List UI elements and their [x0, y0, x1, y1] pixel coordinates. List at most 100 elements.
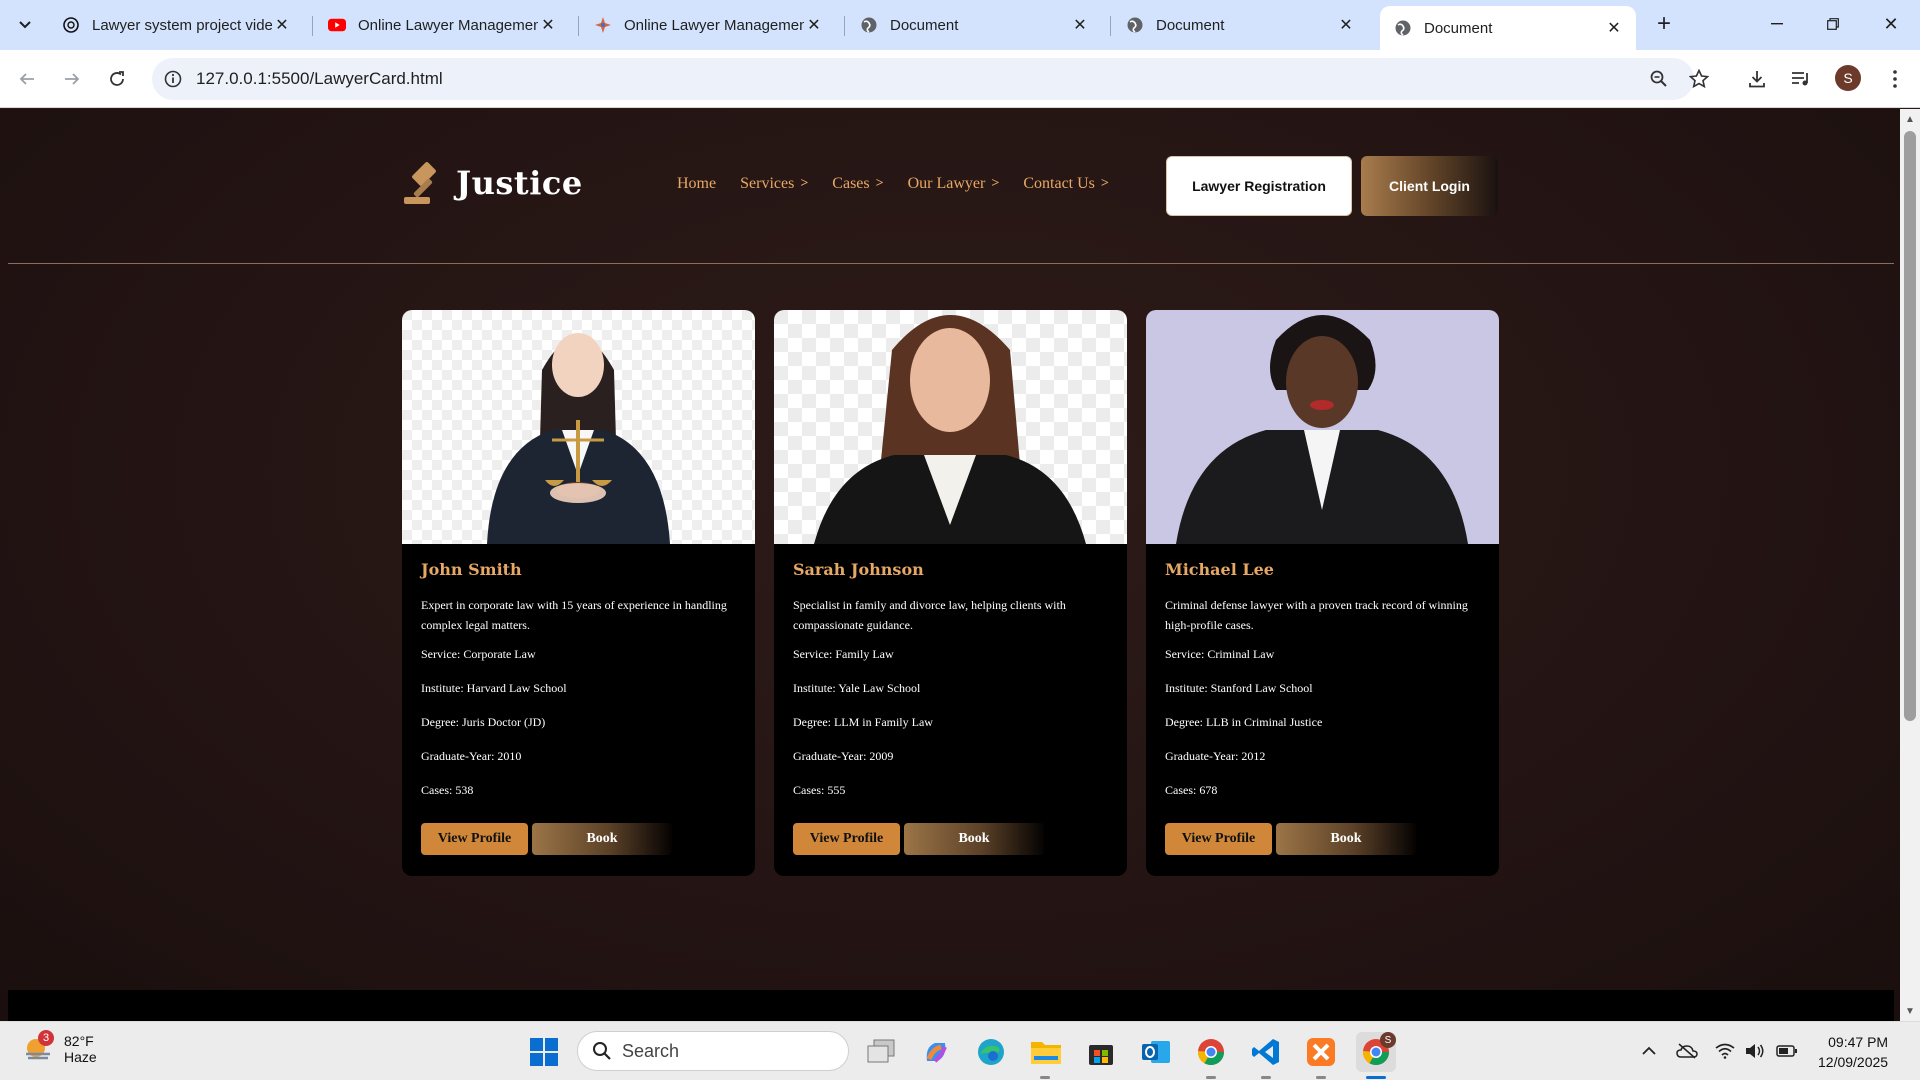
tab-3[interactable]: Online Lawyer Managemen ✕ — [580, 6, 836, 44]
book-button[interactable]: Book — [904, 823, 1044, 855]
scroll-thumb[interactable] — [1904, 131, 1916, 721]
active-app-indicator — [1366, 1076, 1386, 1079]
task-view-icon[interactable] — [861, 1032, 901, 1072]
chrome-profile-icon[interactable]: S — [1356, 1032, 1396, 1072]
card-body: Michael Lee Criminal defense lawyer with… — [1165, 560, 1483, 817]
tab-4[interactable]: Document ✕ — [846, 6, 1102, 44]
tab-separator — [844, 16, 845, 36]
lawyer-graduate-year: Graduate-Year: 2009 — [793, 749, 894, 763]
windows-start-icon[interactable] — [524, 1032, 564, 1072]
lawyer-cases: Cases: 538 — [421, 783, 474, 797]
onedrive-off-icon[interactable] — [1676, 1040, 1698, 1062]
scroll-up-arrow-icon[interactable]: ▲ — [1904, 113, 1916, 125]
media-control-icon[interactable] — [1786, 64, 1816, 94]
running-indicator — [1206, 1076, 1216, 1079]
lawyer-description: Criminal defense lawyer with a proven tr… — [1165, 598, 1468, 632]
restore-button[interactable] — [1810, 8, 1856, 40]
site-logo[interactable]: Justice — [402, 161, 583, 205]
search-placeholder: Search — [622, 1040, 680, 1061]
lawyer-card: John Smith Expert in corporate law with … — [402, 310, 755, 876]
lawyer-degree: Degree: Juris Doctor (JD) — [421, 715, 546, 729]
scroll-down-arrow-icon[interactable]: ▼ — [1904, 1005, 1916, 1017]
notification-badge: 3 — [38, 1030, 54, 1046]
minimize-button[interactable] — [1754, 8, 1800, 40]
close-icon[interactable]: ✕ — [1336, 15, 1356, 35]
view-profile-button[interactable]: View Profile — [421, 823, 528, 855]
download-icon[interactable] — [1742, 64, 1772, 94]
chrome-icon[interactable] — [1191, 1032, 1231, 1072]
nav-cases[interactable]: Cases > — [832, 175, 883, 193]
close-icon[interactable]: ✕ — [538, 15, 558, 35]
tab-search-button[interactable] — [10, 12, 40, 38]
main-nav: Home Services > Cases > Our Lawyer > Con… — [677, 175, 1133, 193]
chevron-right-icon: > — [800, 176, 809, 191]
profile-avatar[interactable]: S — [1835, 65, 1861, 91]
lawyer-institute: Institute: Harvard Law School — [421, 681, 567, 695]
nav-contact-us[interactable]: Contact Us > — [1023, 175, 1109, 193]
site-info-icon[interactable] — [160, 66, 186, 92]
nav-services[interactable]: Services > — [740, 175, 808, 193]
lawyer-card: Michael Lee Criminal defense lawyer with… — [1146, 310, 1499, 876]
view-profile-button[interactable]: View Profile — [793, 823, 900, 855]
battery-icon[interactable] — [1776, 1040, 1798, 1062]
close-icon[interactable]: ✕ — [1070, 15, 1090, 35]
reload-button[interactable] — [100, 62, 134, 96]
tab-6-active[interactable]: Document ✕ — [1380, 6, 1636, 50]
edge-icon[interactable] — [971, 1032, 1011, 1072]
microsoft-store-icon[interactable] — [1081, 1032, 1121, 1072]
nav-home[interactable]: Home — [677, 175, 716, 193]
forward-button[interactable] — [55, 62, 89, 96]
search-icon — [593, 1042, 611, 1060]
weather-icon: 3 — [22, 1030, 56, 1066]
book-button[interactable]: Book — [532, 823, 672, 855]
taskbar-search[interactable]: Search — [577, 1031, 849, 1071]
globe-icon — [1394, 19, 1412, 37]
arrow-right-icon — [65, 73, 80, 85]
page-viewport: Justice Home Services > Cases > Our Lawy… — [0, 109, 1900, 1021]
zoom-icon[interactable] — [1646, 66, 1672, 92]
system-clock[interactable]: 09:47 PM 12/09/2025 — [1818, 1032, 1888, 1072]
lawyer-graduate-year: Graduate-Year: 2010 — [421, 749, 522, 763]
wifi-icon[interactable] — [1714, 1040, 1736, 1062]
vscode-icon[interactable] — [1246, 1032, 1286, 1072]
tab-5[interactable]: Document ✕ — [1112, 6, 1368, 44]
close-icon[interactable]: ✕ — [272, 15, 292, 35]
kebab-menu-icon[interactable] — [1880, 64, 1910, 94]
url-text[interactable]: 127.0.0.1:5500/LawyerCard.html — [196, 69, 443, 89]
weather-widget[interactable]: 3 82°F Haze — [22, 1030, 97, 1066]
xampp-icon[interactable] — [1301, 1032, 1341, 1072]
lawyer-graduate-year: Graduate-Year: 2012 — [1165, 749, 1266, 763]
close-window-button[interactable]: ✕ — [1868, 8, 1914, 40]
lawyer-registration-button[interactable]: Lawyer Registration — [1166, 156, 1352, 216]
nav-our-lawyer[interactable]: Our Lawyer > — [908, 175, 1000, 193]
chevron-up-icon[interactable] — [1638, 1040, 1660, 1062]
close-icon[interactable]: ✕ — [804, 15, 824, 35]
new-tab-button[interactable]: + — [1650, 10, 1678, 38]
volume-icon[interactable] — [1744, 1040, 1766, 1062]
tab-title: Online Lawyer Managemen — [624, 16, 804, 34]
nav-label: Cases — [832, 175, 870, 192]
copilot-icon[interactable] — [916, 1032, 956, 1072]
view-profile-button[interactable]: View Profile — [1165, 823, 1272, 855]
tab-2[interactable]: Online Lawyer Managemen ✕ — [314, 6, 570, 44]
close-icon[interactable]: ✕ — [1604, 18, 1624, 38]
header-divider — [8, 263, 1894, 264]
lawyer-service: Service: Corporate Law — [421, 647, 536, 661]
outlook-icon[interactable] — [1136, 1032, 1176, 1072]
gavel-icon — [404, 162, 436, 204]
tab-1[interactable]: Lawyer system project vide ✕ — [48, 6, 304, 44]
back-button[interactable] — [10, 62, 44, 96]
bookmark-star-icon[interactable] — [1686, 66, 1712, 92]
file-explorer-icon[interactable] — [1026, 1032, 1066, 1072]
running-indicator — [1261, 1076, 1271, 1079]
address-bar[interactable]: 127.0.0.1:5500/LawyerCard.html — [152, 58, 1709, 100]
running-indicator — [1316, 1076, 1326, 1079]
lawyer-name: Michael Lee — [1165, 560, 1274, 579]
client-login-button[interactable]: Client Login — [1361, 156, 1498, 216]
page-scrollbar[interactable]: ▲ ▼ — [1900, 109, 1920, 1021]
book-button[interactable]: Book — [1276, 823, 1416, 855]
browser-tab-strip: Lawyer system project vide ✕ Online Lawy… — [0, 0, 1920, 50]
clock-time: 09:47 PM — [1828, 1034, 1889, 1050]
lawyer-institute: Institute: Stanford Law School — [1165, 681, 1313, 695]
card-body: John Smith Expert in corporate law with … — [421, 560, 739, 817]
